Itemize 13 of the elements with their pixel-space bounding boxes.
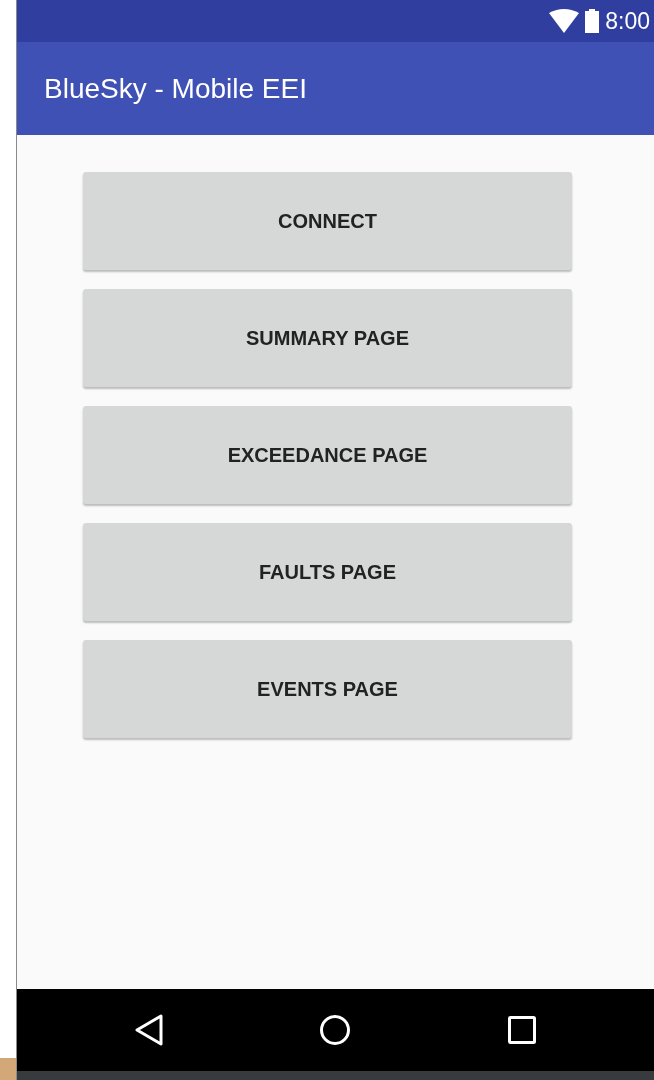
app-title: BlueSky - Mobile EEI — [44, 71, 307, 106]
battery-icon — [585, 9, 600, 33]
home-icon[interactable] — [319, 1014, 352, 1046]
status-time: 8:00 — [605, 6, 650, 36]
nav-button[interactable]: EXCEEDANCE PAGE — [83, 406, 572, 504]
overview-icon[interactable] — [507, 1016, 536, 1044]
wifi-icon — [549, 9, 580, 33]
tan-block — [0, 1058, 16, 1080]
nav-button[interactable]: SUMMARY PAGE — [83, 289, 572, 387]
back-icon[interactable] — [135, 1014, 164, 1046]
nav-button[interactable]: EVENTS PAGE — [83, 640, 572, 738]
nav-button[interactable]: FAULTS PAGE — [83, 523, 572, 621]
nav-button[interactable]: CONNECT — [83, 172, 572, 270]
